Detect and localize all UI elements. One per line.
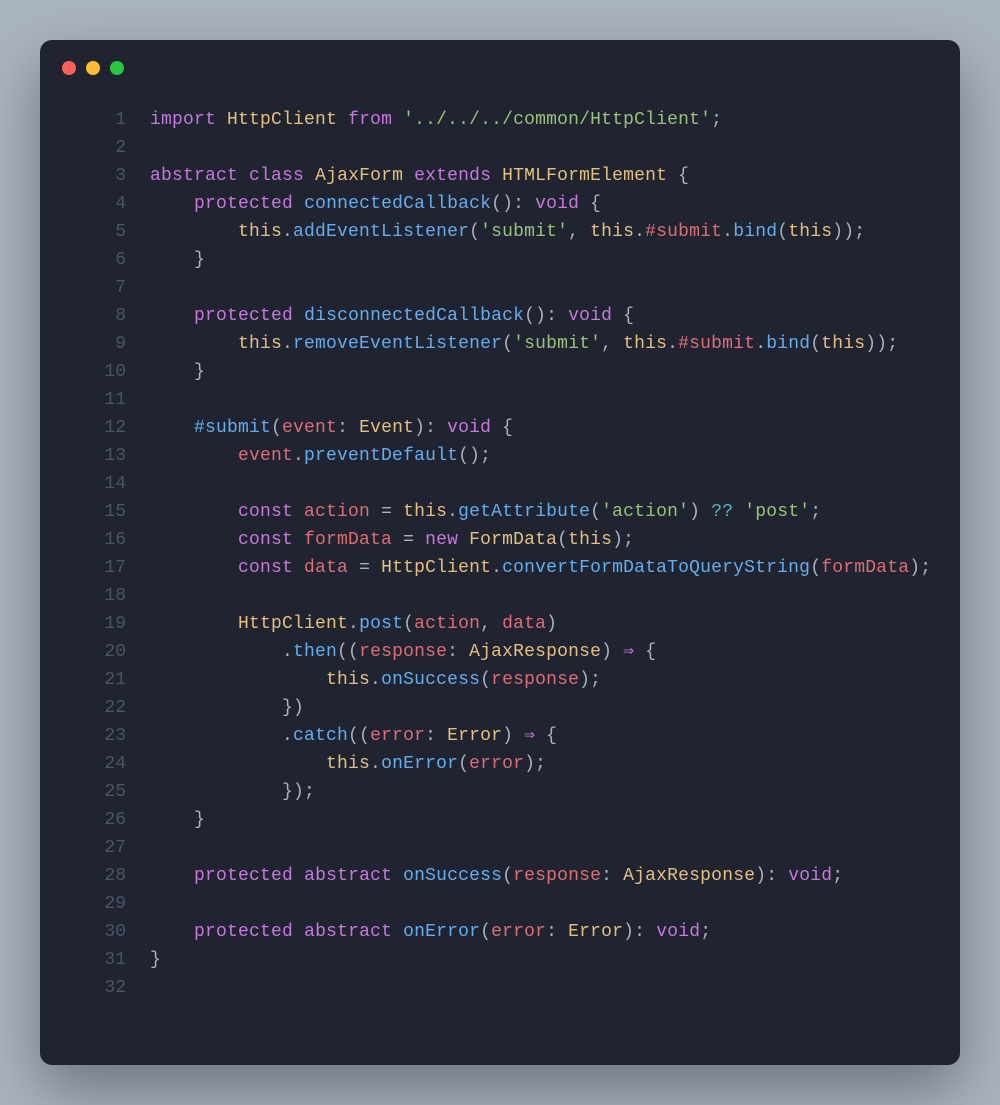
line-number: 12 (40, 414, 150, 442)
line-number: 27 (40, 834, 150, 862)
line-number: 13 (40, 442, 150, 470)
code-content[interactable]: const action = this.getAttribute('action… (150, 498, 821, 526)
code-content[interactable]: .catch((error: Error) ⇒ { (150, 722, 557, 750)
line-number: 20 (40, 638, 150, 666)
line-number: 30 (40, 918, 150, 946)
code-line[interactable]: 6 } (40, 246, 960, 274)
code-line[interactable]: 25 }); (40, 778, 960, 806)
line-number: 5 (40, 218, 150, 246)
line-number: 18 (40, 582, 150, 610)
code-line[interactable]: 4 protected connectedCallback(): void { (40, 190, 960, 218)
code-content[interactable]: } (150, 806, 205, 834)
code-line[interactable]: 31} (40, 946, 960, 974)
line-number: 29 (40, 890, 150, 918)
code-line[interactable]: 11 (40, 386, 960, 414)
code-line[interactable]: 13 event.preventDefault(); (40, 442, 960, 470)
code-line[interactable]: 7 (40, 274, 960, 302)
editor-window: 1import HttpClient from '../../../common… (40, 40, 960, 1065)
line-number: 28 (40, 862, 150, 890)
code-content[interactable]: .then((response: AjaxResponse) ⇒ { (150, 638, 656, 666)
line-number: 4 (40, 190, 150, 218)
code-line[interactable]: 29 (40, 890, 960, 918)
code-line[interactable]: 32 (40, 974, 960, 1002)
code-content[interactable]: } (150, 946, 161, 974)
code-content[interactable]: protected disconnectedCallback(): void { (150, 302, 634, 330)
code-line[interactable]: 9 this.removeEventListener('submit', thi… (40, 330, 960, 358)
code-line[interactable]: 18 (40, 582, 960, 610)
code-line[interactable]: 1import HttpClient from '../../../common… (40, 106, 960, 134)
line-number: 17 (40, 554, 150, 582)
code-line[interactable]: 10 } (40, 358, 960, 386)
code-content[interactable]: }); (150, 778, 315, 806)
line-number: 31 (40, 946, 150, 974)
code-content[interactable]: const formData = new FormData(this); (150, 526, 634, 554)
code-line[interactable]: 27 (40, 834, 960, 862)
code-line[interactable]: 2 (40, 134, 960, 162)
code-content[interactable]: this.removeEventListener('submit', this.… (150, 330, 898, 358)
code-line[interactable]: 5 this.addEventListener('submit', this.#… (40, 218, 960, 246)
code-line[interactable]: 28 protected abstract onSuccess(response… (40, 862, 960, 890)
code-line[interactable]: 15 const action = this.getAttribute('act… (40, 498, 960, 526)
line-number: 11 (40, 386, 150, 414)
code-content[interactable]: protected abstract onError(error: Error)… (150, 918, 711, 946)
line-number: 26 (40, 806, 150, 834)
code-content[interactable]: } (150, 358, 205, 386)
code-line[interactable]: 22 }) (40, 694, 960, 722)
close-icon[interactable] (62, 61, 76, 75)
code-content[interactable]: event.preventDefault(); (150, 442, 491, 470)
code-content[interactable]: #submit(event: Event): void { (150, 414, 513, 442)
code-content[interactable]: import HttpClient from '../../../common/… (150, 106, 722, 134)
line-number: 3 (40, 162, 150, 190)
code-content[interactable]: } (150, 246, 205, 274)
code-line[interactable]: 3abstract class AjaxForm extends HTMLFor… (40, 162, 960, 190)
line-number: 16 (40, 526, 150, 554)
line-number: 8 (40, 302, 150, 330)
code-line[interactable]: 20 .then((response: AjaxResponse) ⇒ { (40, 638, 960, 666)
line-number: 10 (40, 358, 150, 386)
line-number: 24 (40, 750, 150, 778)
code-content[interactable]: }) (150, 694, 304, 722)
line-number: 2 (40, 134, 150, 162)
minimize-icon[interactable] (86, 61, 100, 75)
line-number: 9 (40, 330, 150, 358)
window-titlebar (40, 40, 960, 96)
code-editor[interactable]: 1import HttpClient from '../../../common… (40, 96, 960, 1065)
line-number: 15 (40, 498, 150, 526)
line-number: 7 (40, 274, 150, 302)
code-content[interactable]: protected connectedCallback(): void { (150, 190, 601, 218)
line-number: 22 (40, 694, 150, 722)
line-number: 32 (40, 974, 150, 1002)
code-line[interactable]: 23 .catch((error: Error) ⇒ { (40, 722, 960, 750)
code-content[interactable]: this.onError(error); (150, 750, 546, 778)
zoom-icon[interactable] (110, 61, 124, 75)
code-content[interactable]: HttpClient.post(action, data) (150, 610, 557, 638)
line-number: 6 (40, 246, 150, 274)
code-line[interactable]: 26 } (40, 806, 960, 834)
code-line[interactable]: 14 (40, 470, 960, 498)
code-content[interactable]: protected abstract onSuccess(response: A… (150, 862, 843, 890)
line-number: 21 (40, 666, 150, 694)
line-number: 23 (40, 722, 150, 750)
code-content[interactable]: this.addEventListener('submit', this.#su… (150, 218, 865, 246)
code-line[interactable]: 21 this.onSuccess(response); (40, 666, 960, 694)
code-content[interactable]: const data = HttpClient.convertFormDataT… (150, 554, 931, 582)
code-line[interactable]: 8 protected disconnectedCallback(): void… (40, 302, 960, 330)
code-line[interactable]: 24 this.onError(error); (40, 750, 960, 778)
code-line[interactable]: 30 protected abstract onError(error: Err… (40, 918, 960, 946)
line-number: 14 (40, 470, 150, 498)
code-line[interactable]: 16 const formData = new FormData(this); (40, 526, 960, 554)
code-line[interactable]: 19 HttpClient.post(action, data) (40, 610, 960, 638)
code-content[interactable]: this.onSuccess(response); (150, 666, 601, 694)
line-number: 25 (40, 778, 150, 806)
code-content[interactable]: abstract class AjaxForm extends HTMLForm… (150, 162, 689, 190)
line-number: 1 (40, 106, 150, 134)
code-line[interactable]: 17 const data = HttpClient.convertFormDa… (40, 554, 960, 582)
line-number: 19 (40, 610, 150, 638)
code-line[interactable]: 12 #submit(event: Event): void { (40, 414, 960, 442)
